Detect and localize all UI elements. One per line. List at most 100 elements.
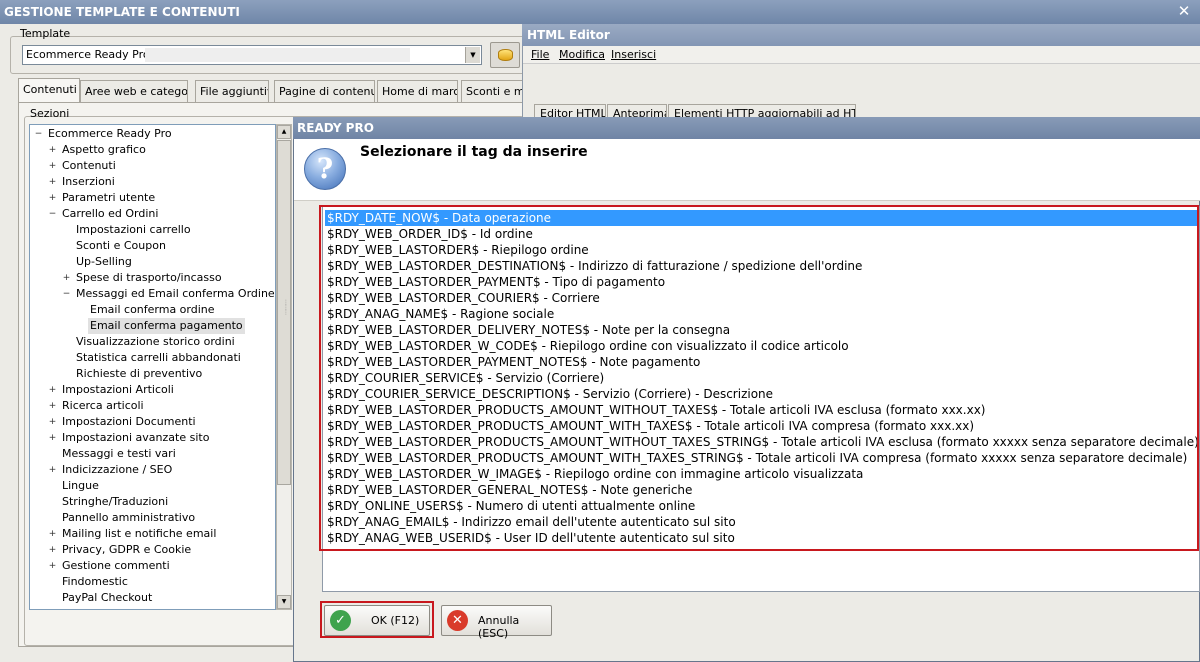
tag-item[interactable]: $RDY_ANAG_EMAIL$ - Indirizzo email dell'… <box>325 514 1197 530</box>
dialog-titlebar: READY PRO <box>293 117 1200 139</box>
tree-item-label: Visualizzazione storico ordini <box>76 335 235 348</box>
main-titlebar: GESTIONE TEMPLATE E CONTENUTI <box>0 0 1200 24</box>
cancel-button-label: Annulla (ESC) <box>478 614 520 640</box>
tab-3[interactable]: Pagine di contenuti <box>274 80 375 102</box>
tag-item[interactable]: $RDY_ANAG_WEB_USERID$ - User ID dell'ute… <box>325 530 1197 546</box>
tag-item[interactable]: $RDY_WEB_LASTORDER_PRODUCTS_AMOUNT_WITH_… <box>325 418 1197 434</box>
tree-item-label: Ricerca articoli <box>62 399 144 412</box>
splitter-grip-icon[interactable]: ⋮ ⋮ ⋮ <box>283 300 289 330</box>
editor-titlebar: HTML Editor <box>522 24 1200 46</box>
tree-item-label: Messaggi e testi vari <box>62 447 176 460</box>
tree-item-label: PayPal Checkout <box>62 591 153 604</box>
expand-icon[interactable]: + <box>48 402 57 411</box>
tag-item[interactable]: $RDY_WEB_ORDER_ID$ - Id ordine <box>325 226 1197 242</box>
tag-item[interactable]: $RDY_WEB_LASTORDER_PRODUCTS_AMOUNT_WITHO… <box>325 434 1197 450</box>
tag-item[interactable]: $RDY_WEB_LASTORDER_DELIVERY_NOTES$ - Not… <box>325 322 1197 338</box>
expand-icon[interactable]: + <box>48 418 57 427</box>
expand-icon[interactable]: + <box>48 194 57 203</box>
cancel-button[interactable]: ✕ Annulla (ESC) <box>441 605 552 640</box>
cancel-icon: ✕ <box>447 610 468 631</box>
tree-item-label: Gestione commenti <box>62 559 170 572</box>
tree-item-label: Indicizzazione / SEO <box>62 463 173 476</box>
chevron-down-icon[interactable]: ▼ <box>465 47 480 63</box>
scroll-up-icon[interactable]: ▲ <box>277 125 291 139</box>
tag-item[interactable]: $RDY_DATE_NOW$ - Data operazione <box>325 210 1197 226</box>
tree-item-label: Impostazioni avanzate sito <box>62 431 210 444</box>
tag-item[interactable]: $RDY_WEB_LASTORDER_PAYMENT$ - Tipo di pa… <box>325 274 1197 290</box>
tree-item-label: Richieste di preventivo <box>76 367 203 380</box>
expand-icon[interactable]: + <box>48 162 57 171</box>
database-icon <box>498 49 513 61</box>
ok-button[interactable]: ✓ OK (F12) <box>324 605 430 636</box>
tag-item[interactable]: $RDY_WEB_LASTORDER_PRODUCTS_AMOUNT_WITH_… <box>325 450 1197 466</box>
tree-item-label: Email conferma ordine <box>90 303 215 316</box>
tree-item-label: Findomestic <box>62 575 128 588</box>
tree-item-label: Spese di trasporto/incasso <box>76 271 222 284</box>
tree-item-label: Up-Selling <box>76 255 132 268</box>
tree-item-label: Pannello amministrativo <box>62 511 196 524</box>
tree-item-label: Impostazioni carrello <box>76 223 191 236</box>
open-template-button[interactable] <box>490 42 520 68</box>
question-icon: ? <box>304 148 346 190</box>
editor-title: HTML Editor <box>527 28 610 42</box>
menu-file[interactable]: File <box>531 48 549 61</box>
tab-5[interactable]: Sconti e ma <box>461 80 523 102</box>
tree-item-label: Stringhe/Traduzioni <box>62 495 169 508</box>
tag-item[interactable]: $RDY_WEB_LASTORDER$ - Riepilogo ordine <box>325 242 1197 258</box>
tag-item[interactable]: $RDY_COURIER_SERVICE$ - Servizio (Corrie… <box>325 370 1197 386</box>
tree-item-label: Statistica carrelli abbandonati <box>76 351 241 364</box>
redacted-area <box>145 48 410 62</box>
tree-item-label: Lingue <box>62 479 99 492</box>
expand-icon[interactable]: + <box>48 386 57 395</box>
tag-item[interactable]: $RDY_WEB_LASTORDER_W_IMAGE$ - Riepilogo … <box>325 466 1197 482</box>
expand-icon[interactable]: + <box>48 146 57 155</box>
expand-icon[interactable]: + <box>48 546 57 555</box>
tab-4[interactable]: Home di marca <box>377 80 458 102</box>
collapse-icon[interactable]: − <box>34 130 43 139</box>
expand-icon[interactable]: + <box>48 466 57 475</box>
tag-item[interactable]: $RDY_WEB_LASTORDER_W_CODE$ - Riepilogo o… <box>325 338 1197 354</box>
dialog-title: READY PRO <box>297 121 374 135</box>
scroll-down-icon[interactable]: ▼ <box>277 595 291 609</box>
tab-1[interactable]: Aree web e categorie <box>80 80 188 102</box>
expand-icon[interactable]: + <box>48 434 57 443</box>
tag-item[interactable]: $RDY_WEB_LASTORDER_COURIER$ - Corriere <box>325 290 1197 306</box>
tree-item-label: Contenuti <box>62 159 116 172</box>
tag-item[interactable]: $RDY_WEB_LASTORDER_PRODUCTS_AMOUNT_WITHO… <box>325 402 1197 418</box>
tree-item-label: Carrello ed Ordini <box>62 207 159 220</box>
tree-item-label: Parametri utente <box>62 191 156 204</box>
tree-item-label: Inserzioni <box>62 175 115 188</box>
tag-item[interactable]: $RDY_WEB_LASTORDER_PAYMENT_NOTES$ - Note… <box>325 354 1197 370</box>
check-icon: ✓ <box>330 610 351 631</box>
tree-item-label: Impostazioni Articoli <box>62 383 174 396</box>
tab-2[interactable]: File aggiuntivi <box>195 80 269 102</box>
tag-item[interactable]: $RDY_WEB_LASTORDER_DESTINATION$ - Indiri… <box>325 258 1197 274</box>
tag-item[interactable]: $RDY_WEB_LASTORDER_GENERAL_NOTES$ - Note… <box>325 482 1197 498</box>
tree-item-label: Sconti e Coupon <box>76 239 166 252</box>
template-select-value: Ecommerce Ready Pro <box>26 48 150 61</box>
tag-item[interactable]: $RDY_ONLINE_USERS$ - Numero di utenti at… <box>325 498 1197 514</box>
menu-inserisci[interactable]: Inserisci <box>611 48 656 61</box>
expand-icon[interactable]: + <box>48 530 57 539</box>
tree-item-label: Messaggi ed Email conferma Ordine <box>76 287 275 300</box>
menu-modifica[interactable]: Modifica <box>559 48 605 61</box>
tree-item-label: Aspetto grafico <box>62 143 146 156</box>
tree-item-label: Ecommerce Ready Pro <box>48 127 172 140</box>
tag-item[interactable]: $RDY_COURIER_SERVICE_DESCRIPTION$ - Serv… <box>325 386 1197 402</box>
ok-button-label: OK (F12) <box>371 614 420 627</box>
tree-item-label: Email conferma pagamento <box>88 318 245 334</box>
collapse-icon[interactable]: − <box>62 290 71 299</box>
collapse-icon[interactable]: − <box>48 210 57 219</box>
tab-0[interactable]: Contenuti <box>18 78 80 103</box>
expand-icon[interactable]: + <box>48 562 57 571</box>
close-icon[interactable]: ✕ <box>1174 1 1194 21</box>
template-label: Template <box>20 27 71 40</box>
tag-item[interactable]: $RDY_ANAG_NAME$ - Ragione sociale <box>325 306 1197 322</box>
expand-icon[interactable]: + <box>62 274 71 283</box>
main-window-title: GESTIONE TEMPLATE E CONTENUTI <box>4 5 240 19</box>
expand-icon[interactable]: + <box>48 178 57 187</box>
sections-label: Sezioni <box>30 107 70 120</box>
sections-tree[interactable]: − Ecommerce Ready Pro + Aspetto grafico + Con… <box>29 124 276 610</box>
tree-item-label: Impostazioni Documenti <box>62 415 196 428</box>
editor-menubar: File Modifica Inserisci <box>523 46 1200 64</box>
